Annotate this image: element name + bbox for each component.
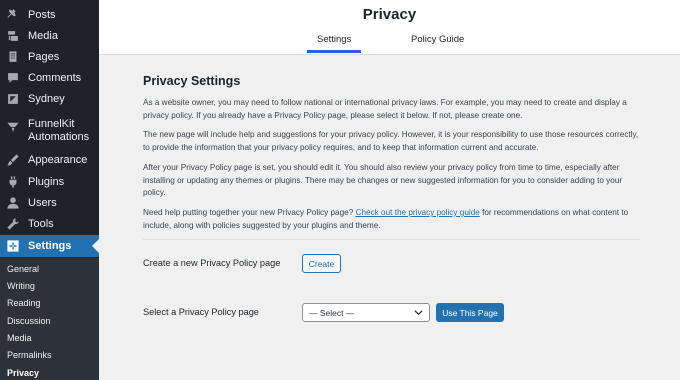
submenu-item-permalinks[interactable]: Permalinks <box>7 350 52 360</box>
help-text: Need help putting together your new Priv… <box>143 208 356 217</box>
use-this-page-button[interactable]: Use This Page <box>436 303 504 322</box>
sidebar-item-sydney[interactable]: Sydney <box>0 90 99 108</box>
submenu-item-discussion[interactable]: Discussion <box>7 316 51 326</box>
sidebar-item-label: Tools <box>28 218 54 230</box>
submenu-item-writing[interactable]: Writing <box>7 281 35 291</box>
settings-submenu: General Writing Reading Discussion Media… <box>0 258 99 380</box>
page-title: Privacy <box>362 6 417 23</box>
create-page-label: Create a new Privacy Policy page <box>143 258 281 268</box>
sidebar-item-label: FunnelKit Automations <box>28 118 90 143</box>
sidebar-item-posts[interactable]: Posts <box>0 6 99 24</box>
create-button[interactable]: Create <box>302 254 341 273</box>
help-paragraph: Need help putting together your new Priv… <box>143 207 640 232</box>
guidance-paragraph: The new page will include help and sugge… <box>143 130 639 152</box>
submenu-item-media[interactable]: Media <box>7 333 32 343</box>
sidebar-item-users[interactable]: Users <box>0 194 99 212</box>
media-icon <box>3 29 23 43</box>
submenu-item-general[interactable]: General <box>7 264 39 274</box>
sidebar-item-label: Appearance <box>28 154 88 166</box>
sidebar-item-plugins[interactable]: Plugins <box>0 173 99 191</box>
plug-icon <box>3 175 23 189</box>
admin-sidebar: Posts Media Pages Comments Sydney Funnel… <box>0 0 99 380</box>
settings-icon <box>3 239 23 253</box>
brush-icon <box>3 153 23 167</box>
intro-paragraph: As a website owner, you may need to foll… <box>143 98 627 120</box>
sidebar-item-label: Media <box>28 30 58 42</box>
chevron-down-icon <box>414 310 423 316</box>
user-icon <box>3 196 23 210</box>
sidebar-item-appearance[interactable]: Appearance <box>0 151 99 169</box>
tab-policy-guide[interactable]: Policy Guide <box>411 34 464 45</box>
sidebar-item-tools[interactable]: Tools <box>0 215 99 233</box>
sidebar-item-label: Pages <box>28 51 60 63</box>
section-title: Privacy Settings <box>143 74 241 88</box>
funnelkit-icon <box>3 120 23 134</box>
sydney-icon <box>3 92 23 106</box>
sidebar-item-settings[interactable]: Settings <box>0 235 99 257</box>
select-page-label: Select a Privacy Policy page <box>143 307 259 317</box>
tab-settings[interactable]: Settings <box>306 34 362 53</box>
pin-icon <box>3 8 23 22</box>
sidebar-item-label: Sydney <box>28 93 65 105</box>
submenu-item-reading[interactable]: Reading <box>7 298 41 308</box>
privacy-guide-link[interactable]: Check out the privacy policy guide <box>356 208 480 217</box>
wrench-icon <box>3 217 23 231</box>
sidebar-item-label: Plugins <box>28 176 65 188</box>
divider <box>143 239 640 240</box>
sidebar-item-label: Posts <box>28 9 56 21</box>
review-paragraph: After your Privacy Policy page is set, y… <box>143 163 623 197</box>
sidebar-item-comments[interactable]: Comments <box>0 69 99 87</box>
sidebar-item-funnelkit[interactable]: FunnelKit Automations <box>0 118 99 146</box>
sidebar-item-label: Users <box>28 197 57 209</box>
sidebar-item-pages[interactable]: Pages <box>0 48 99 66</box>
comment-icon <box>3 71 23 85</box>
submenu-item-privacy[interactable]: Privacy <box>7 368 39 378</box>
page-header: Privacy Settings Policy Guide <box>99 0 680 55</box>
select-value: — Select — <box>309 307 355 318</box>
page-icon <box>3 50 23 64</box>
sidebar-item-media[interactable]: Media <box>0 27 99 45</box>
sidebar-item-label: Settings <box>28 240 72 252</box>
privacy-page-select[interactable]: — Select — <box>302 303 430 322</box>
sidebar-item-label: Comments <box>28 72 82 84</box>
